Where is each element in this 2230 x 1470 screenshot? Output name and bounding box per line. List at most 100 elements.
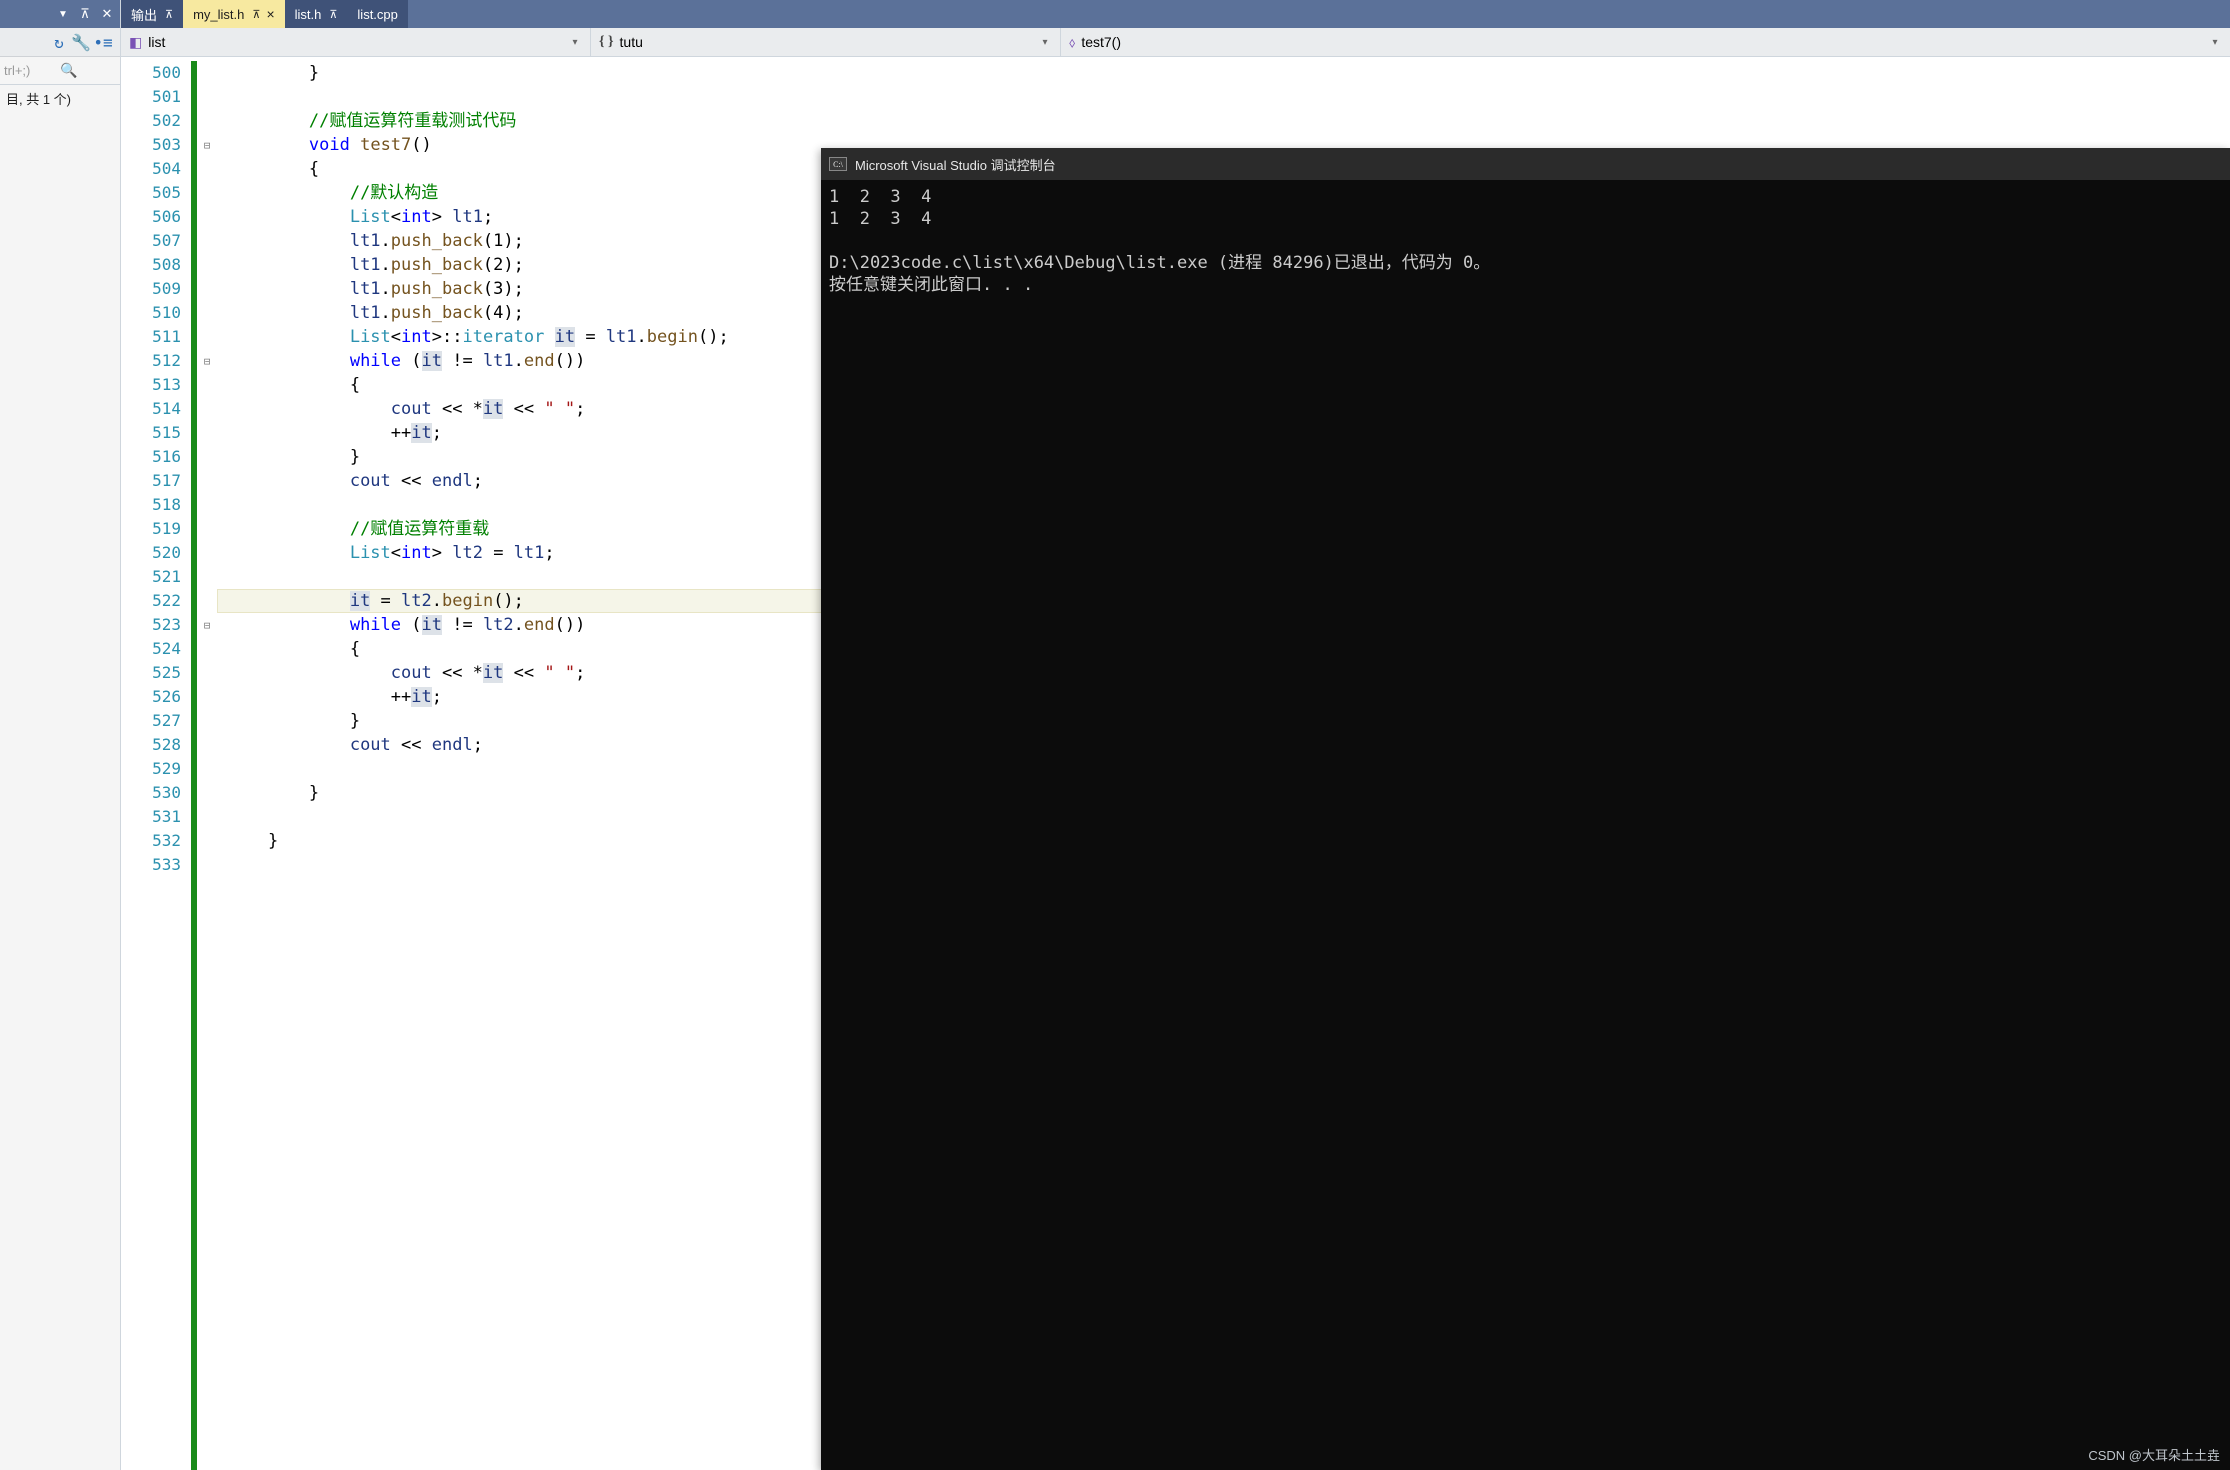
fold-toggle[interactable] bbox=[197, 757, 217, 781]
fold-toggle[interactable] bbox=[197, 637, 217, 661]
fold-toggle[interactable] bbox=[197, 157, 217, 181]
line-number: 528 bbox=[121, 733, 191, 757]
line-number: 507 bbox=[121, 229, 191, 253]
fold-toggle[interactable] bbox=[197, 253, 217, 277]
fold-margin[interactable]: ⊟ ⊟ ⊟ bbox=[197, 57, 217, 1470]
line-number: 514 bbox=[121, 397, 191, 421]
fold-toggle[interactable] bbox=[197, 685, 217, 709]
fold-toggle[interactable] bbox=[197, 277, 217, 301]
fold-toggle[interactable] bbox=[197, 829, 217, 853]
code-line[interactable]: //赋值运算符重载测试代码 bbox=[217, 109, 2230, 133]
console-title-text: Microsoft Visual Studio 调试控制台 bbox=[855, 155, 1056, 174]
pin-icon[interactable]: ⊼ bbox=[165, 8, 173, 21]
fold-toggle[interactable] bbox=[197, 469, 217, 493]
line-number: 502 bbox=[121, 109, 191, 133]
fold-toggle[interactable] bbox=[197, 85, 217, 109]
fold-toggle[interactable] bbox=[197, 709, 217, 733]
line-number: 520 bbox=[121, 541, 191, 565]
close-icon[interactable]: × bbox=[266, 6, 274, 22]
line-number: 501 bbox=[121, 85, 191, 109]
nav-member-label: test7() bbox=[1081, 34, 1121, 50]
search-box[interactable]: trl+;) 🔍 bbox=[0, 57, 120, 85]
wrench-icon[interactable]: 🔧 bbox=[70, 33, 92, 52]
line-number: 519 bbox=[121, 517, 191, 541]
file-tab-my_list-h[interactable]: my_list.h⊼× bbox=[183, 0, 285, 28]
file-tab-list-cpp[interactable]: list.cpp bbox=[347, 0, 407, 28]
line-number: 503 bbox=[121, 133, 191, 157]
line-number: 524 bbox=[121, 637, 191, 661]
file-tab-输出[interactable]: 输出⊼ bbox=[121, 0, 183, 28]
watermark: CSDN @大耳朵土土垚 bbox=[2088, 1445, 2220, 1464]
search-icon[interactable]: 🔍 bbox=[60, 62, 116, 79]
line-number: 516 bbox=[121, 445, 191, 469]
fold-toggle[interactable] bbox=[197, 301, 217, 325]
code-line[interactable] bbox=[217, 85, 2230, 109]
pin-icon[interactable]: ⊼ bbox=[329, 8, 337, 21]
nav-scope[interactable]: ◧ list ▾ bbox=[121, 28, 591, 56]
main-area: 输出⊼my_list.h⊼×list.h⊼list.cpp ◧ list ▾ {… bbox=[120, 0, 2230, 1470]
line-number-gutter: 5005015025035045055065075085095105115125… bbox=[121, 57, 191, 1470]
console-titlebar[interactable]: C:\ Microsoft Visual Studio 调试控制台 bbox=[821, 148, 2230, 180]
dropdown-icon[interactable]: ▼ bbox=[54, 5, 72, 23]
fold-toggle[interactable]: ⊟ bbox=[197, 349, 217, 373]
fold-toggle[interactable] bbox=[197, 109, 217, 133]
fold-toggle[interactable] bbox=[197, 373, 217, 397]
pin-icon[interactable]: ⊼ bbox=[76, 5, 94, 23]
line-number: 523 bbox=[121, 613, 191, 637]
line-number: 511 bbox=[121, 325, 191, 349]
line-number: 525 bbox=[121, 661, 191, 685]
chevron-down-icon[interactable]: ▾ bbox=[2208, 37, 2222, 48]
chevron-down-icon[interactable]: ▾ bbox=[568, 37, 582, 48]
fold-toggle[interactable] bbox=[197, 733, 217, 757]
fold-toggle[interactable] bbox=[197, 565, 217, 589]
line-number: 527 bbox=[121, 709, 191, 733]
fold-toggle[interactable] bbox=[197, 853, 217, 877]
line-number: 531 bbox=[121, 805, 191, 829]
fold-toggle[interactable] bbox=[197, 517, 217, 541]
code-line[interactable]: } bbox=[217, 61, 2230, 85]
fold-toggle[interactable] bbox=[197, 541, 217, 565]
pin-icon[interactable]: ⊼ bbox=[252, 8, 260, 21]
fold-toggle[interactable] bbox=[197, 325, 217, 349]
nav-scope-label: list bbox=[148, 34, 165, 50]
fold-toggle[interactable] bbox=[197, 781, 217, 805]
line-number: 517 bbox=[121, 469, 191, 493]
line-number: 508 bbox=[121, 253, 191, 277]
line-number: 522 bbox=[121, 589, 191, 613]
more-icon[interactable]: •≡ bbox=[92, 33, 114, 52]
fold-toggle[interactable]: ⊟ bbox=[197, 613, 217, 637]
line-number: 532 bbox=[121, 829, 191, 853]
solution-explorer-panel: ▼ ⊼ ✕ ↻ 🔧 •≡ trl+;) 🔍 目, 共 1 个) bbox=[0, 0, 120, 1470]
line-number: 533 bbox=[121, 853, 191, 877]
line-number: 510 bbox=[121, 301, 191, 325]
namespace-icon: ◧ bbox=[129, 34, 142, 51]
fold-toggle[interactable] bbox=[197, 229, 217, 253]
line-number: 529 bbox=[121, 757, 191, 781]
debug-console-window[interactable]: C:\ Microsoft Visual Studio 调试控制台 1 2 3 … bbox=[821, 148, 2230, 1470]
fold-toggle[interactable] bbox=[197, 445, 217, 469]
app-root: ▼ ⊼ ✕ ↻ 🔧 •≡ trl+;) 🔍 目, 共 1 个) 输出⊼my_li… bbox=[0, 0, 2230, 1470]
panel-toolbar: ↻ 🔧 •≡ bbox=[0, 28, 120, 57]
fold-toggle[interactable] bbox=[197, 661, 217, 685]
fold-toggle[interactable] bbox=[197, 61, 217, 85]
search-placeholder: trl+;) bbox=[4, 63, 60, 78]
fold-toggle[interactable] bbox=[197, 397, 217, 421]
fold-toggle[interactable]: ⊟ bbox=[197, 133, 217, 157]
sync-icon[interactable]: ↻ bbox=[48, 33, 70, 52]
fold-toggle[interactable] bbox=[197, 421, 217, 445]
chevron-down-icon[interactable]: ▾ bbox=[1038, 37, 1052, 48]
nav-member[interactable]: ⬨ test7() ▾ bbox=[1061, 28, 2230, 56]
solution-tree-item[interactable]: 目, 共 1 个) bbox=[0, 85, 120, 112]
console-icon: C:\ bbox=[829, 157, 847, 171]
close-icon[interactable]: ✕ bbox=[98, 5, 116, 23]
file-tab-list-h[interactable]: list.h⊼ bbox=[285, 0, 348, 28]
console-output: 1 2 3 4 1 2 3 4 D:\2023code.c\list\x64\D… bbox=[821, 180, 2230, 302]
nav-class[interactable]: { } tutu ▾ bbox=[591, 28, 1061, 56]
line-number: 505 bbox=[121, 181, 191, 205]
fold-toggle[interactable] bbox=[197, 589, 217, 613]
fold-toggle[interactable] bbox=[197, 205, 217, 229]
fold-toggle[interactable] bbox=[197, 493, 217, 517]
file-tab-bar: 输出⊼my_list.h⊼×list.h⊼list.cpp bbox=[121, 0, 2230, 28]
fold-toggle[interactable] bbox=[197, 181, 217, 205]
fold-toggle[interactable] bbox=[197, 805, 217, 829]
